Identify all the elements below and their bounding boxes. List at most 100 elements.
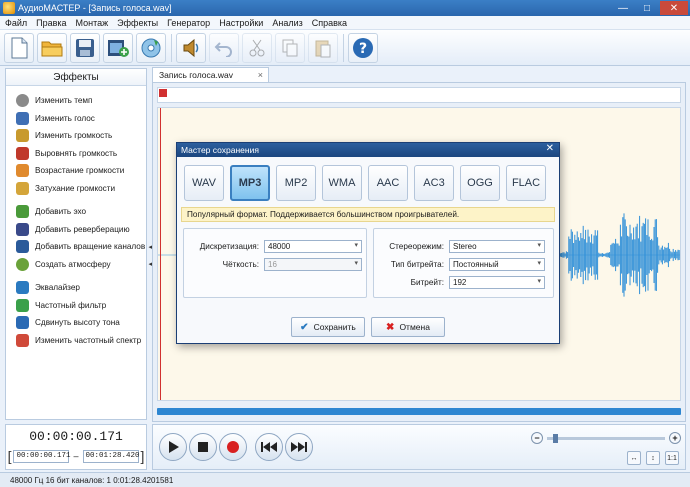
menu-settings[interactable]: Настройки [219,18,263,28]
open-file-button[interactable] [37,32,67,63]
settings-groups: Дискретизация: 48000 ▾ Чёткость: 16 ▾ Стер… [177,228,559,300]
stereo-label: Стереорежим: [389,241,444,251]
effect-frequency-filter[interactable]: Частотный фильтр [6,297,146,315]
maximize-button[interactable]: □ [636,1,658,15]
clarity-label: Чёткость: [222,259,259,269]
format-ac3-button[interactable]: AC3 [414,165,454,201]
bitrate-label: Битрейт: [410,277,444,287]
dialog-close-button[interactable]: ✕ [546,143,554,154]
rewind-icon [261,442,277,452]
menu-analysis[interactable]: Анализ [272,18,302,28]
menu-file[interactable]: Файл [5,18,27,28]
format-mp3-button[interactable]: MP3 [230,165,270,201]
playhead-marker[interactable] [159,89,167,97]
zoom-slider[interactable] [547,433,665,443]
effect-rotate-channels[interactable]: Добавить вращение каналов ◂ [6,238,152,256]
svg-text:?: ? [359,41,367,57]
undo-button[interactable] [209,32,239,63]
fit-horizontal-button[interactable]: ↔ [627,451,641,465]
effect-change-volume[interactable]: Изменить громкость [6,127,146,145]
effect-create-atmosphere[interactable]: Создать атмосферу ◂ [6,256,152,274]
menu-help[interactable]: Справка [312,18,347,28]
sampling-select[interactable]: 48000 ▾ [264,239,362,253]
bitrate-type-label: Тип битрейта: [390,259,444,269]
save-dialog-button[interactable]: ✔ Сохранить [291,317,365,337]
toolbar-separator [343,33,344,62]
menu-effects[interactable]: Эффекты [117,18,158,28]
effect-spectrum[interactable]: Изменить частотный спектр [6,332,146,350]
effect-pitch-shift[interactable]: Сдвинуть высоту тона [6,314,146,332]
record-button[interactable] [219,433,247,461]
effect-normalize-volume[interactable]: Выровнять громкость [6,145,146,163]
import-video-button[interactable] [103,32,133,63]
close-button[interactable]: ✕ [660,1,688,15]
record-icon [227,441,239,453]
selection-start-field[interactable]: 00:00:00.171 [13,449,71,463]
fast-forward-icon [291,442,307,452]
toolbar-separator [171,33,172,62]
selection-end-field[interactable]: 00:01:28.420 [82,449,140,463]
new-file-button[interactable] [4,32,34,63]
save-wizard-dialog: Мастер сохранения ✕ WAV MP3 MP2 WMA AAC … [176,142,560,344]
save-button[interactable] [70,32,100,63]
menu-montage[interactable]: Монтаж [76,18,109,28]
format-wav-button[interactable]: WAV [184,165,224,201]
format-wma-button[interactable]: WMA [322,165,362,201]
format-ogg-button[interactable]: OGG [460,165,500,201]
play-button[interactable] [159,433,187,461]
clarity-row: Чёткость: 16 ▾ [184,257,366,271]
effects-panel: Эффекты Изменить темп Изменить голос Изм… [5,68,152,420]
timeline-ruler[interactable] [157,87,681,103]
record-cd-button[interactable] [136,32,166,63]
effect-change-voice[interactable]: Изменить голос [6,110,146,128]
normalize-icon [16,146,29,160]
stereo-select[interactable]: Stereo ▾ [449,239,545,253]
fit-vertical-button[interactable]: ↕ [646,451,660,465]
chevron-down-icon: ▾ [354,259,358,267]
effect-fade-in[interactable]: Возрастание громкости [6,162,146,180]
cross-icon: ✖ [386,321,395,333]
cut-button[interactable] [242,32,272,63]
horizontal-scrollbar[interactable] [157,408,681,415]
help-button[interactable]: ? [348,32,378,63]
zoom-in-button[interactable]: + [669,432,681,444]
undo-icon [214,41,232,57]
zoom-reset-button[interactable]: 1:1 [665,451,679,465]
paste-button[interactable] [308,32,338,63]
copy-button[interactable] [275,32,305,63]
open-folder-icon [41,41,63,56]
voice-icon [16,111,29,125]
tab-close-icon[interactable]: × [258,70,263,80]
bitrate-type-select[interactable]: Постоянный ▾ [449,257,545,271]
rewind-button[interactable] [255,433,283,461]
clarity-select: 16 ▾ [264,257,362,271]
minimize-button[interactable]: — [612,1,634,15]
format-aac-button[interactable]: AAC [368,165,408,201]
effect-change-tempo[interactable]: Изменить темп [6,92,146,110]
stop-button[interactable] [189,433,217,461]
effect-add-reverb[interactable]: Добавить реверберацию [6,221,146,239]
zoom-out-button[interactable]: − [531,432,543,444]
tab-file[interactable]: Запись голоса.wav × [152,67,269,82]
view-buttons: ↔ ↕ 1:1 [622,451,679,465]
status-text: 48000 Гц 16 бит каналов: 1 0:01:28.42015… [10,475,174,485]
sampling-label: Дискретизация: [199,241,259,251]
effect-add-echo[interactable]: Добавить эхо [6,203,146,221]
bitrate-select[interactable]: 192 ▾ [449,275,545,289]
paste-icon [315,40,331,57]
tab-file-label: Запись голоса.wav [159,70,233,80]
echo-icon [16,205,29,219]
play-selection-button[interactable] [176,32,206,63]
zoom-slider-thumb[interactable] [553,433,558,443]
import-video-icon [108,39,129,57]
effect-equalizer[interactable]: Эквалайзер [6,279,146,297]
cancel-button[interactable]: ✖ Отмена [371,317,445,337]
effect-fade-out[interactable]: Затухание громкости [6,180,146,198]
menu-generator[interactable]: Генератор [167,18,210,28]
format-flac-button[interactable]: FLAC [506,165,546,201]
forward-button[interactable] [285,433,313,461]
stereo-row: Стереорежим: Stereo ▾ [374,239,553,253]
format-mp2-button[interactable]: MP2 [276,165,316,201]
zoom-control: − + [531,431,681,445]
menu-edit[interactable]: Правка [36,18,66,28]
